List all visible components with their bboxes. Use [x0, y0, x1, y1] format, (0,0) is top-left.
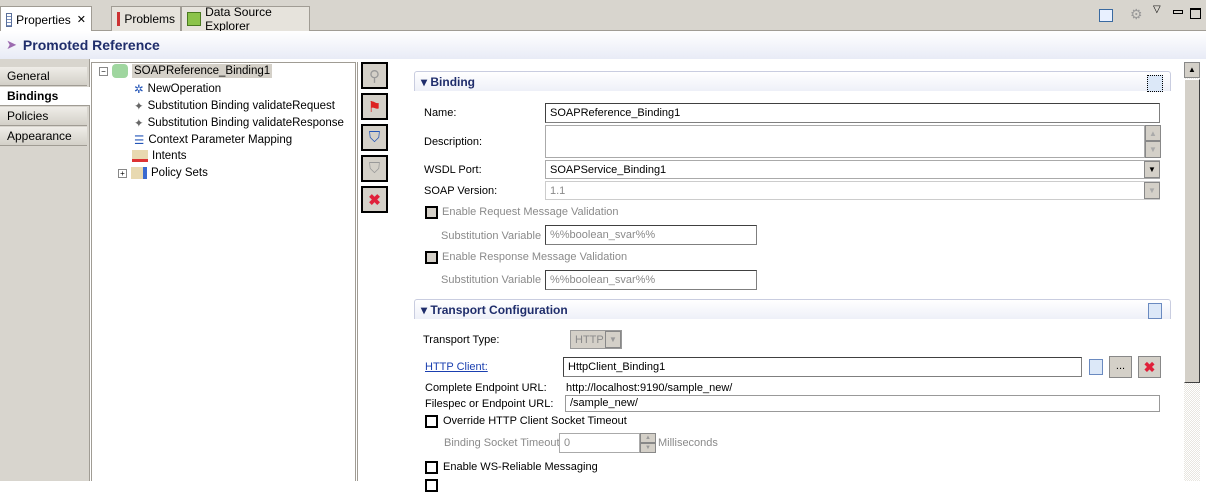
tab-problems[interactable]: Problems	[111, 6, 181, 31]
page-header: ➤ Promoted Reference	[0, 31, 1206, 59]
view-menu-icon[interactable]: ▽	[1153, 4, 1161, 15]
dropdown-arrow-icon[interactable]: ▼	[1144, 182, 1160, 199]
properties-icon	[6, 12, 13, 27]
tree-node[interactable]: ✦ Substitution Binding validateRequest	[134, 99, 335, 113]
request-validation-checkbox[interactable]	[425, 206, 438, 219]
filespec-input[interactable]: /sample_new/	[565, 395, 1160, 412]
milliseconds-label: Milliseconds	[658, 437, 718, 449]
vertical-scrollbar[interactable]: ▲	[1184, 62, 1200, 481]
filespec-label: Filespec or Endpoint URL:	[425, 398, 554, 410]
soap-version-select[interactable]: 1.1	[545, 181, 1160, 200]
wsdl-port-select[interactable]: SOAPService_Binding1	[545, 160, 1160, 179]
ws-reliable-checkbox[interactable]	[425, 461, 438, 474]
add-policy-set-button[interactable]: ⛉	[361, 124, 388, 151]
problems-icon	[117, 12, 121, 26]
browse-button[interactable]: ...	[1109, 356, 1132, 378]
collapse-triangle-icon: ▾	[421, 75, 431, 89]
ws-reliable-label: Enable WS-Reliable Messaging	[443, 461, 598, 473]
tab-appearance[interactable]: Appearance	[0, 127, 87, 146]
policy-sets-folder-icon	[131, 167, 147, 179]
tree-node[interactable]: ☰ Context Parameter Mapping	[134, 133, 292, 147]
endpoint-url-value: http://localhost:9190/sample_new/	[566, 382, 733, 394]
soap-reference-icon	[112, 64, 128, 78]
client-doc-icon[interactable]	[1089, 359, 1103, 375]
tree-node[interactable]: ✲ NewOperation	[134, 82, 221, 96]
scroll-up-button[interactable]: ▲	[1145, 125, 1161, 141]
divider	[357, 62, 358, 481]
scrollbar-thumb[interactable]	[1184, 79, 1200, 383]
tree-node-root[interactable]: − SOAPReference_Binding1	[99, 64, 273, 78]
substitution-icon: ✦	[134, 101, 144, 113]
tree-node[interactable]: + Policy Sets	[118, 167, 208, 179]
clear-client-button[interactable]: ✖	[1138, 356, 1161, 378]
tree-node[interactable]: Intents	[132, 150, 187, 162]
policy-button[interactable]: ⛉	[361, 155, 388, 182]
delete-button[interactable]: ✖	[361, 186, 388, 213]
name-label: Name:	[424, 107, 457, 119]
add-intent-button[interactable]: ⚑	[361, 93, 388, 120]
shield-add-icon: ⛉	[368, 129, 381, 146]
list-icon: ☰	[134, 135, 145, 147]
tab-policies[interactable]: Policies	[0, 107, 87, 126]
property-tabs: General Bindings Policies Appearance	[0, 59, 90, 481]
http-client-input[interactable]: HttpClient_Binding1	[563, 357, 1082, 377]
operation-gear-icon: ✲	[134, 84, 144, 96]
dropdown-arrow-icon[interactable]: ▼	[1144, 161, 1160, 178]
socket-timeout-input[interactable]: 0	[559, 433, 640, 453]
request-substitution-input[interactable]: %%boolean_svar%%	[545, 225, 757, 245]
response-validation-label: Enable Response Message Validation	[442, 251, 628, 263]
substitution-icon: ✦	[134, 118, 144, 130]
socket-timeout-label: Binding Socket Timeout	[444, 437, 560, 449]
data-source-icon	[187, 12, 202, 26]
flag-add-icon: ⚑	[367, 98, 382, 116]
maximize-icon[interactable]	[1190, 8, 1201, 19]
description-input[interactable]	[545, 125, 1145, 158]
spinner-down-button[interactable]: ▼	[640, 443, 656, 453]
intents-folder-icon	[132, 150, 148, 162]
substitution-variable-label: Substitution Variable	[441, 230, 542, 242]
binding-doc-icon[interactable]	[1147, 75, 1163, 92]
delete-x-icon: ✖	[368, 191, 381, 209]
pin-icon[interactable]	[1099, 9, 1113, 22]
description-label: Description:	[424, 136, 483, 148]
scroll-up-arrow[interactable]: ▲	[1184, 62, 1200, 78]
endpoint-url-label: Complete Endpoint URL:	[425, 382, 547, 394]
expand-icon[interactable]: +	[118, 168, 127, 178]
add-attachment-button[interactable]: ⚲	[361, 62, 388, 89]
name-input[interactable]: SOAPReference_Binding1	[545, 103, 1160, 123]
tab-general[interactable]: General	[0, 67, 87, 86]
dropdown-arrow-icon[interactable]: ▼	[605, 331, 621, 348]
filter-icon[interactable]: ⚙	[1130, 6, 1143, 23]
soap-version-label: SOAP Version:	[424, 185, 498, 197]
tab-properties[interactable]: Properties ✕	[0, 6, 92, 32]
binding-section-header[interactable]: ▾ Binding	[414, 71, 1171, 91]
override-timeout-label: Override HTTP Client Socket Timeout	[443, 415, 627, 427]
collapse-triangle-icon: ▾	[421, 303, 431, 317]
shield-icon: ⛉	[368, 160, 381, 177]
transport-section-header[interactable]: ▾ Transport Configuration	[414, 299, 1171, 319]
wsdl-port-label: WSDL Port:	[424, 164, 482, 176]
spinner-up-button[interactable]: ▲	[640, 433, 656, 443]
tree-node[interactable]: ✦ Substitution Binding validateResponse	[134, 116, 344, 130]
http-client-link[interactable]: HTTP Client:	[425, 361, 488, 373]
page-title: Promoted Reference	[22, 37, 160, 53]
binding-tree: − SOAPReference_Binding1 ✲ NewOperation ✦…	[91, 62, 356, 481]
promoted-reference-icon: ➤	[6, 37, 17, 52]
view-tab-bar: Properties ✕ Problems Data Source Explor…	[0, 0, 1206, 33]
attach-icon: ⚲	[369, 67, 380, 85]
minimize-icon[interactable]	[1173, 10, 1183, 14]
response-validation-checkbox[interactable]	[425, 251, 438, 264]
scroll-down-button[interactable]: ▼	[1145, 141, 1161, 158]
substitution-variable-label: Substitution Variable	[441, 274, 542, 286]
tab-bindings[interactable]: Bindings	[0, 87, 90, 106]
tab-data-source-explorer[interactable]: Data Source Explorer	[181, 5, 310, 33]
request-validation-label: Enable Request Message Validation	[442, 206, 619, 218]
override-timeout-checkbox[interactable]	[425, 415, 438, 428]
response-substitution-input[interactable]: %%boolean_svar%%	[545, 270, 757, 290]
delete-x-icon: ✖	[1143, 359, 1156, 375]
close-icon[interactable]: ✕	[77, 13, 86, 26]
transport-type-label: Transport Type:	[423, 334, 500, 346]
transport-doc-icon[interactable]	[1148, 303, 1162, 319]
collapse-icon[interactable]: −	[99, 66, 108, 76]
